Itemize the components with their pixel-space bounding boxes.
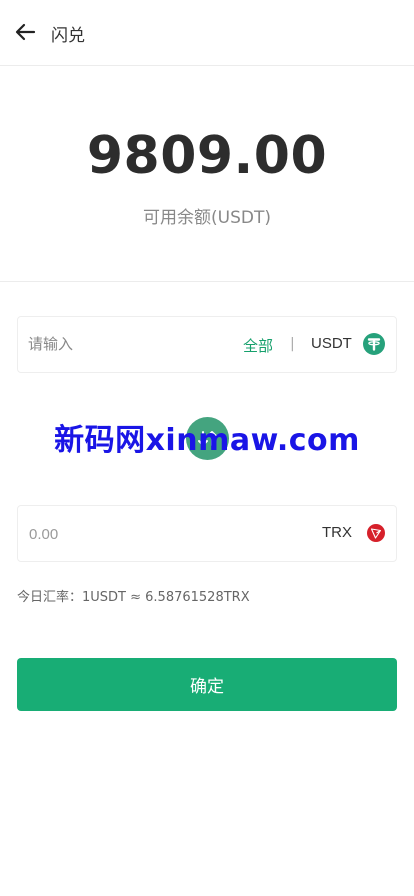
watermark-text: 新码网xinmaw.com [54,423,360,458]
from-coin-label: USDT [311,335,352,352]
balance-panel: 9809.00 可用余额(USDT) [0,66,414,282]
to-coin-label: TRX [322,524,352,541]
tether-icon [363,333,385,355]
confirm-button[interactable]: 确定 [17,658,397,711]
page-title: 闪兑 [51,26,85,46]
top-nav-bar: 闪兑 [0,0,414,66]
all-button[interactable]: 全部 [243,335,273,356]
divider: | [290,336,295,352]
exchange-rate-text: 今日汇率：1USDT ≈ 6.58761528TRX [17,590,250,605]
back-button[interactable] [14,20,38,44]
to-amount-value: 0.00 [29,526,59,543]
arrow-left-icon [15,23,36,41]
available-balance-amount: 9809.00 [86,126,328,186]
available-balance-label: 可用余额(USDT) [143,208,271,228]
tron-icon [367,524,385,542]
from-amount-box: 全部 | USDT [17,316,397,373]
from-amount-input[interactable] [28,317,208,372]
to-amount-box: 0.00 TRX [17,505,397,562]
